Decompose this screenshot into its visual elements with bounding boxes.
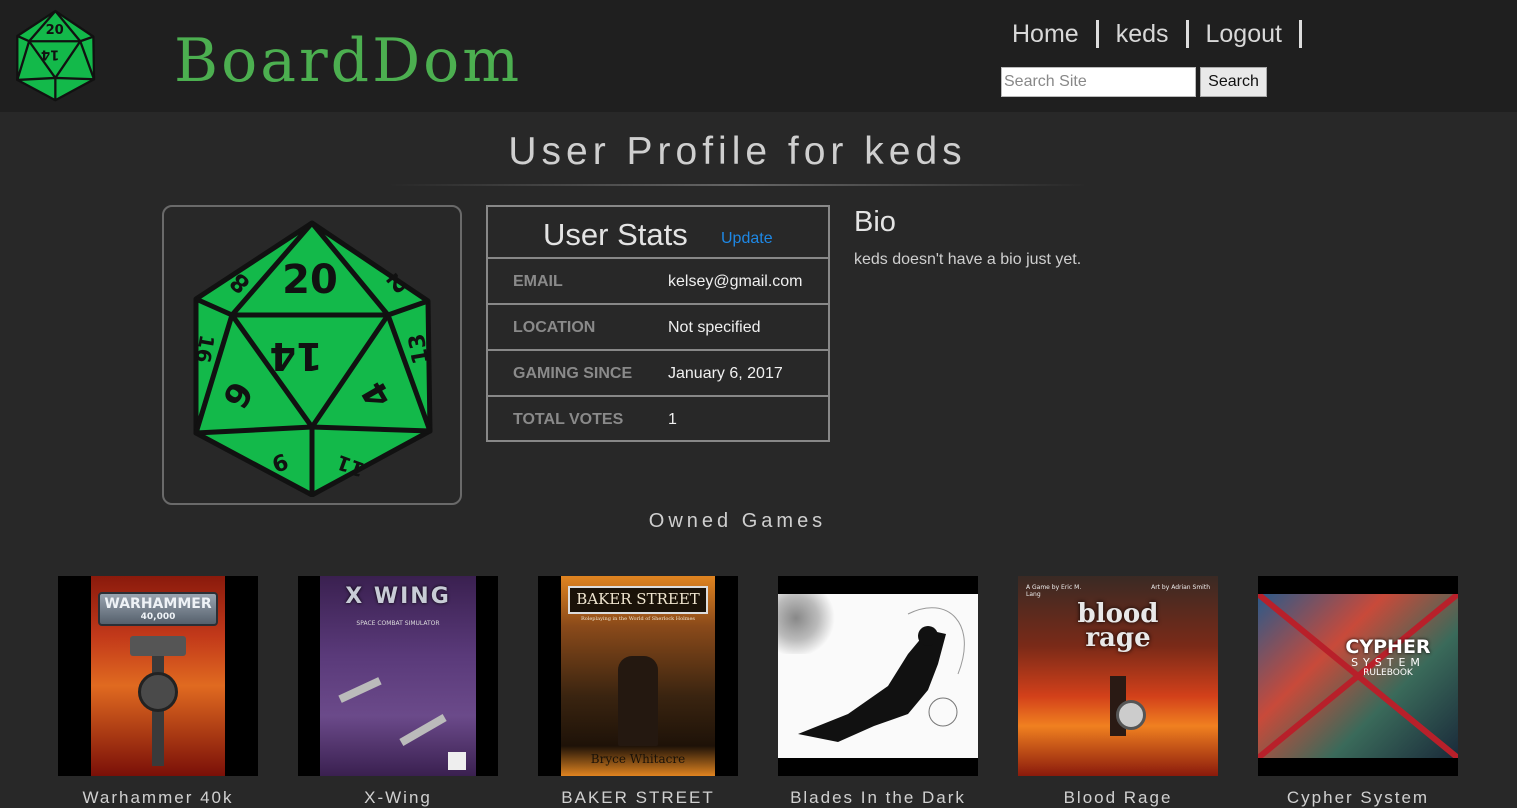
user-stats-panel: User Stats Update EMAIL kelsey@gmail.com… bbox=[486, 205, 830, 442]
user-stats-title: User Stats bbox=[543, 217, 688, 252]
cover-subtitle: 40,000 bbox=[140, 612, 176, 622]
game-cover-image[interactable]: X WING SPACE COMBAT SIMULATOR bbox=[298, 576, 498, 776]
main-nav: Home keds Logout bbox=[995, 19, 1302, 49]
stats-row-location: LOCATION Not specified bbox=[488, 305, 828, 351]
stats-value: January 6, 2017 bbox=[668, 365, 783, 382]
stats-row-total-votes: TOTAL VOTES 1 bbox=[488, 397, 828, 443]
cover-title: CYPHER bbox=[1345, 636, 1431, 658]
game-name[interactable]: Warhammer 40k bbox=[58, 788, 258, 808]
user-stats-header: User Stats Update bbox=[488, 207, 828, 259]
game-cover-image[interactable]: CYPHER SYSTEM RULEBOOK bbox=[1258, 576, 1458, 776]
search-input[interactable] bbox=[1001, 67, 1196, 97]
game-cover-image[interactable] bbox=[778, 576, 978, 776]
game-name[interactable]: Cypher System bbox=[1258, 788, 1458, 808]
nav-divider bbox=[1298, 20, 1302, 48]
search-button[interactable]: Search bbox=[1200, 67, 1267, 97]
game-name[interactable]: Blades In the Dark bbox=[778, 788, 978, 808]
page-title: User Profile for keds bbox=[508, 130, 967, 173]
cover-title: blood rage bbox=[1077, 599, 1159, 653]
stats-label: TOTAL VOTES bbox=[513, 411, 624, 428]
owned-games-title: Owned Games bbox=[648, 510, 827, 532]
stats-label: GAMING SINCE bbox=[513, 365, 633, 382]
game-card-warhammer-40k[interactable]: WARHAMMER 40,000 Warhammer 40k bbox=[58, 576, 258, 808]
game-card-blades-in-the-dark[interactable]: Blades In the Dark bbox=[778, 576, 978, 808]
svg-text:13: 13 bbox=[405, 331, 435, 366]
stats-label: LOCATION bbox=[513, 319, 596, 336]
cover-title: BAKER STREET bbox=[576, 590, 700, 608]
update-stats-link[interactable]: Update bbox=[721, 230, 773, 248]
cover-author: Bryce Whitacre bbox=[590, 752, 686, 766]
d20-die-icon[interactable]: 20 14 bbox=[16, 8, 96, 102]
stats-value: Not specified bbox=[668, 319, 761, 336]
avatar: 20 14 8 2 16 13 6 4 9 11 bbox=[162, 205, 462, 505]
game-cover-image[interactable]: A Game by Eric M. Lang Art by Adrian Smi… bbox=[1018, 576, 1218, 776]
game-card-blood-rage[interactable]: A Game by Eric M. Lang Art by Adrian Smi… bbox=[1018, 576, 1218, 808]
game-card-baker-street[interactable]: BAKER STREET Roleplaying in the World of… bbox=[538, 576, 738, 808]
stats-row-gaming-since: GAMING SINCE January 6, 2017 bbox=[488, 351, 828, 397]
cover-subtitle: SPACE COMBAT SIMULATOR bbox=[356, 620, 440, 627]
svg-text:14: 14 bbox=[41, 46, 59, 61]
figure-illustration bbox=[798, 607, 965, 742]
game-card-cypher-system[interactable]: CYPHER SYSTEM RULEBOOK Cypher System bbox=[1258, 576, 1458, 808]
bio-text: keds doesn't have a bio just yet. bbox=[854, 251, 1082, 268]
cover-credit-right: Art by Adrian Smith bbox=[1151, 584, 1210, 591]
header-bar: 20 14 BoardDom Home keds Logout Search bbox=[0, 0, 1517, 112]
game-cover-image[interactable]: WARHAMMER 40,000 bbox=[58, 576, 258, 776]
stats-value: 1 bbox=[668, 411, 677, 428]
d20-die-icon: 20 14 8 2 16 13 6 4 9 11 bbox=[192, 220, 435, 497]
cover-title: X WING bbox=[345, 584, 451, 609]
game-name[interactable]: X-Wing bbox=[298, 788, 498, 808]
game-card-x-wing[interactable]: X WING SPACE COMBAT SIMULATOR X-Wing bbox=[298, 576, 498, 808]
cover-credit-left: A Game by Eric M. Lang bbox=[1026, 584, 1082, 598]
title-divider bbox=[388, 184, 1088, 186]
brand-title[interactable]: BoardDom bbox=[174, 26, 522, 96]
cover-title: WARHAMMER bbox=[104, 596, 212, 612]
nav-user-link[interactable]: keds bbox=[1099, 19, 1186, 49]
stats-label: EMAIL bbox=[513, 273, 563, 290]
cover-subtitle-2: RULEBOOK bbox=[1363, 668, 1413, 678]
stats-value: kelsey@gmail.com bbox=[668, 273, 803, 290]
svg-text:20: 20 bbox=[46, 23, 64, 38]
cover-subtitle: Roleplaying in the World of Sherlock Hol… bbox=[580, 616, 696, 622]
svg-text:20: 20 bbox=[282, 257, 338, 303]
bio-title: Bio bbox=[854, 206, 896, 238]
nav-home-link[interactable]: Home bbox=[995, 19, 1096, 49]
stats-row-email: EMAIL kelsey@gmail.com bbox=[488, 259, 828, 305]
game-name[interactable]: BAKER STREET bbox=[538, 788, 738, 808]
svg-text:16: 16 bbox=[192, 333, 219, 365]
game-name[interactable]: Blood Rage bbox=[1018, 788, 1218, 808]
svg-text:14: 14 bbox=[270, 334, 323, 378]
game-cover-image[interactable]: BAKER STREET Roleplaying in the World of… bbox=[538, 576, 738, 776]
nav-logout-link[interactable]: Logout bbox=[1189, 19, 1299, 49]
